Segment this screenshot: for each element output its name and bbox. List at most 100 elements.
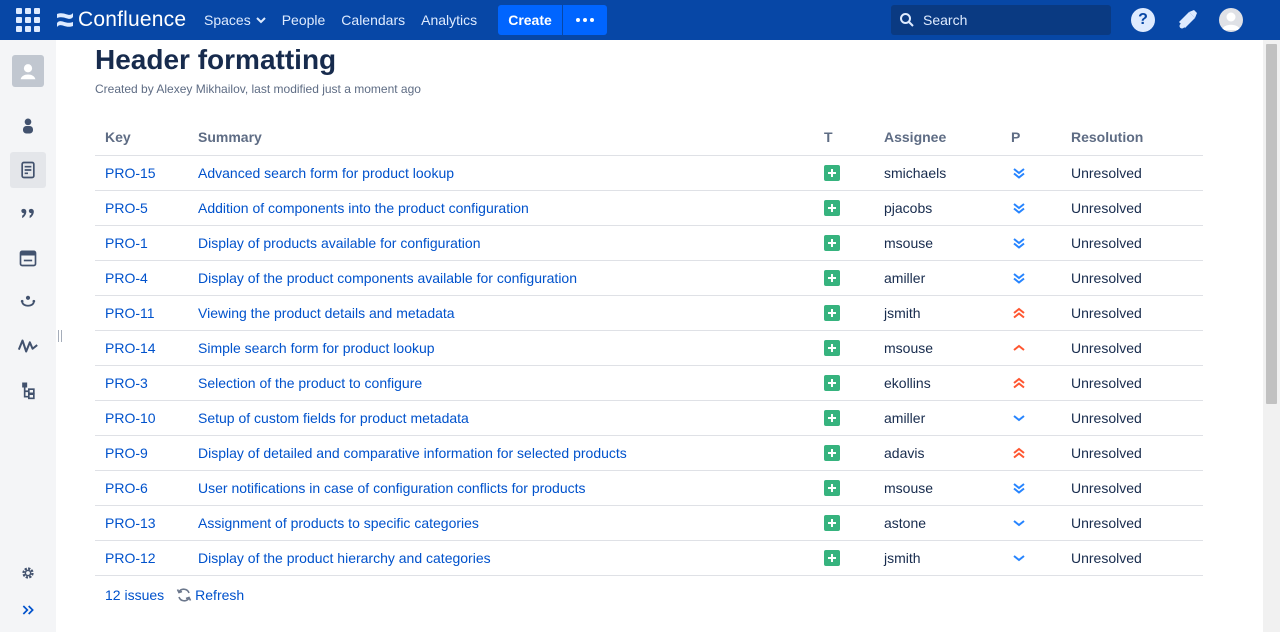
table-body: PRO-15 Advanced search form for product l…: [95, 155, 1203, 576]
header-summary[interactable]: Summary: [188, 119, 814, 156]
nav-people[interactable]: People: [274, 0, 334, 40]
issue-key-link[interactable]: PRO-3: [105, 375, 148, 391]
table-row: PRO-3 Selection of the product to configu…: [95, 365, 1203, 401]
plus-icon: [828, 169, 836, 178]
priority-lowest-icon: [1013, 168, 1025, 179]
issue-key-link[interactable]: PRO-1: [105, 235, 148, 251]
create-more-button[interactable]: [563, 5, 607, 35]
issue-key-link[interactable]: PRO-5: [105, 200, 148, 216]
space-avatar-icon[interactable]: [12, 55, 44, 87]
issue-summary-link[interactable]: Viewing the product details and metadata: [198, 305, 455, 321]
issue-summary-link[interactable]: Setup of custom fields for product metad…: [198, 410, 469, 426]
confluence-logo-icon: [57, 13, 73, 27]
issue-key-link[interactable]: PRO-14: [105, 340, 156, 356]
people-icon[interactable]: [10, 108, 46, 144]
issue-key-link[interactable]: PRO-9: [105, 445, 148, 461]
issue-type-cell: [814, 505, 874, 541]
issue-summary-cell: Advanced search form for product lookup: [188, 155, 814, 191]
app-switcher-icon[interactable]: [16, 8, 40, 32]
page-scrollbar[interactable]: [1263, 40, 1280, 632]
analytics-glyph: [17, 339, 38, 353]
help-icon[interactable]: ?: [1131, 8, 1155, 32]
nav-calendars[interactable]: Calendars: [333, 0, 413, 40]
priority-low-icon: [1013, 555, 1025, 562]
notifications-icon[interactable]: [1175, 8, 1199, 32]
priority-highest-icon: [1013, 307, 1025, 319]
issue-key-link[interactable]: PRO-15: [105, 165, 156, 181]
priority-lowest-icon: [1013, 483, 1025, 494]
issue-resolution-cell: Unresolved: [1061, 365, 1203, 401]
issue-priority-cell: [1001, 190, 1061, 226]
header-assignee[interactable]: Assignee: [874, 119, 1001, 156]
issue-key-link[interactable]: PRO-6: [105, 480, 148, 496]
issue-key-cell: PRO-11: [95, 295, 188, 331]
refresh-icon: [176, 588, 192, 602]
issue-summary-link[interactable]: Advanced search form for product lookup: [198, 165, 454, 181]
new-feature-icon: [824, 305, 840, 322]
issue-resolution-cell: Unresolved: [1061, 470, 1203, 506]
issue-summary-link[interactable]: User notifications in case of configurat…: [198, 480, 586, 496]
issues-count-link[interactable]: 12 issues: [105, 587, 164, 603]
search-box[interactable]: [891, 5, 1111, 35]
issue-key-link[interactable]: PRO-12: [105, 550, 156, 566]
sidebar-resize-handle[interactable]: [58, 330, 62, 342]
scrollbar-thumb[interactable]: [1266, 44, 1277, 404]
issue-priority-cell: [1001, 330, 1061, 366]
search-input[interactable]: [923, 12, 1103, 28]
user-avatar-icon: [1222, 12, 1240, 30]
issue-priority-cell: [1001, 365, 1061, 401]
issue-key-cell: PRO-9: [95, 435, 188, 471]
issue-key-link[interactable]: PRO-11: [105, 305, 155, 321]
issue-summary-cell: Setup of custom fields for product metad…: [188, 400, 814, 436]
issue-assignee-cell: msouse: [874, 330, 1001, 366]
issue-key-link[interactable]: PRO-10: [105, 410, 156, 426]
issue-type-cell: [814, 470, 874, 506]
issue-summary-link[interactable]: Simple search form for product lookup: [198, 340, 435, 356]
issue-resolution-cell: Unresolved: [1061, 435, 1203, 471]
nav-analytics[interactable]: Analytics: [413, 0, 485, 40]
hierarchy-icon[interactable]: [10, 372, 46, 408]
search-icon: [900, 13, 914, 27]
header-resolution[interactable]: Resolution: [1061, 119, 1203, 156]
create-button[interactable]: Create: [498, 5, 562, 35]
header-priority[interactable]: P: [1001, 119, 1061, 156]
header-type[interactable]: T: [814, 119, 874, 156]
refresh-button[interactable]: Refresh: [176, 587, 244, 603]
plus-icon: [828, 484, 836, 493]
analytics-icon[interactable]: [10, 328, 46, 364]
nav-spaces[interactable]: Spaces: [196, 0, 274, 40]
issue-summary-link[interactable]: Selection of the product to configure: [198, 375, 422, 391]
issue-key-cell: PRO-5: [95, 190, 188, 226]
issue-key-link[interactable]: PRO-13: [105, 515, 156, 531]
new-feature-icon: [824, 410, 840, 427]
logo-text: Confluence: [78, 8, 187, 31]
issue-summary-link[interactable]: Assignment of products to specific categ…: [198, 515, 479, 531]
plus-icon: [828, 414, 836, 423]
issue-key-link[interactable]: PRO-4: [105, 270, 148, 286]
issue-summary-link[interactable]: Display of the product hierarchy and cat…: [198, 550, 491, 566]
chevron-down-icon: [255, 17, 266, 24]
table-row: PRO-13 Assignment of products to specific…: [95, 505, 1203, 541]
issue-summary-link[interactable]: Display of detailed and comparative info…: [198, 445, 627, 461]
blog-quote-icon[interactable]: [10, 196, 46, 232]
top-navigation: Confluence Spaces People Calendars Analy…: [0, 0, 1280, 40]
issue-summary-link[interactable]: Display of products available for config…: [198, 235, 481, 251]
quote-glyph: [21, 208, 34, 219]
user-avatar[interactable]: [1219, 8, 1243, 32]
confluence-logo[interactable]: Confluence: [56, 7, 186, 33]
header-key[interactable]: Key: [95, 119, 188, 156]
pages-icon[interactable]: [10, 152, 46, 188]
questions-icon[interactable]: [10, 284, 46, 320]
issue-resolution-cell: Unresolved: [1061, 155, 1203, 191]
last-modified-link[interactable]: just a moment ago: [322, 82, 421, 96]
issue-summary-link[interactable]: Addition of components into the product …: [198, 200, 529, 216]
pages-glyph: [21, 161, 35, 179]
priority-highest-icon: [1013, 447, 1025, 459]
settings-icon[interactable]: [10, 555, 46, 591]
nav-spaces-label: Spaces: [204, 12, 251, 28]
issue-summary-link[interactable]: Display of the product components availa…: [198, 270, 577, 286]
table-row: PRO-15 Advanced search form for product l…: [95, 155, 1203, 191]
calendar-icon[interactable]: [10, 240, 46, 276]
new-feature-icon: [824, 375, 840, 392]
expand-sidebar-icon[interactable]: [10, 592, 46, 628]
